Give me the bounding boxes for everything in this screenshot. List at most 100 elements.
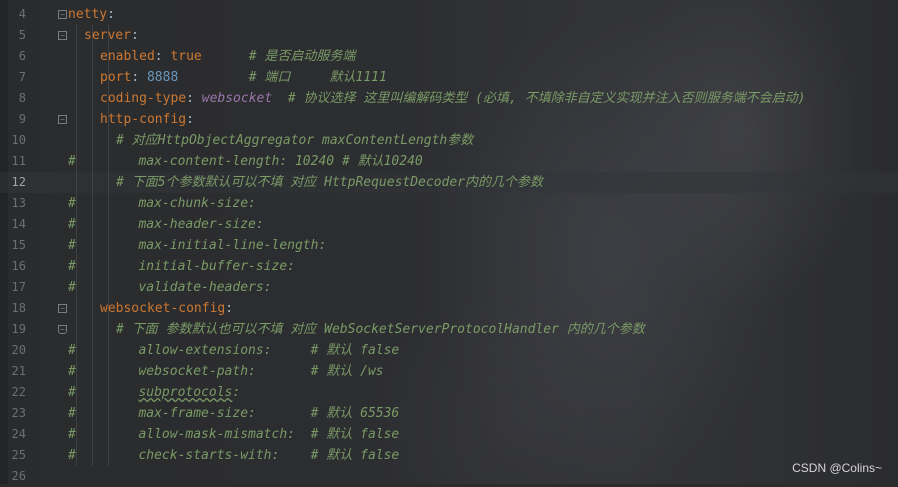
indent-guide <box>76 298 77 319</box>
code-line[interactable]: 12 # 下面5个参数默认可以不填 对应 HttpRequestDecoder内的… <box>0 172 898 193</box>
code-token: http-config <box>100 112 187 127</box>
code-text[interactable]: server: <box>84 25 139 46</box>
code-token: max-content-length: 10240 # 默认10240 <box>91 154 423 169</box>
indent-guide <box>92 67 93 88</box>
code-line[interactable]: 13 # max-chunk-size: <box>0 193 898 214</box>
code-text[interactable]: # validate-headers: <box>68 277 272 298</box>
code-line[interactable]: 11 # max-content-length: 10240 # 默认10240 <box>0 151 898 172</box>
code-text[interactable]: # 下面 参数默认也可以不填 对应 WebSocketServerProtoco… <box>116 319 645 340</box>
indent-guide <box>76 130 77 151</box>
code-token: # 对应HttpObjectAggregator maxContentLengt… <box>116 133 474 148</box>
code-token: coding-type <box>100 91 187 106</box>
code-line[interactable]: 4 − netty: <box>0 4 898 25</box>
code-token: allow-mask-mismatch: # 默认 false <box>91 427 400 442</box>
code-token: : <box>232 385 241 400</box>
indent-guide <box>92 298 93 319</box>
code-token: : <box>131 70 147 85</box>
code-token: true <box>170 49 202 64</box>
line-number: 10 <box>11 133 26 147</box>
code-text[interactable]: websocket-config: <box>100 298 233 319</box>
code-text[interactable]: # allow-extensions: # 默认 false <box>68 340 399 361</box>
code-token: : <box>186 112 194 127</box>
comment-hash: # <box>68 427 92 442</box>
code-line[interactable]: 18 − websocket-config: <box>0 298 898 319</box>
gutter-marker[interactable] <box>0 4 8 25</box>
line-number: 8 <box>18 91 26 105</box>
code-text[interactable]: # subprotocols: <box>68 382 240 403</box>
fold-toggle-icon[interactable]: − <box>58 304 67 313</box>
code-token: : <box>225 301 234 316</box>
code-line[interactable]: 5 − server: <box>0 25 898 46</box>
code-text[interactable]: enabled: true # 是否启动服务端 <box>100 46 355 67</box>
comment-hash: # <box>68 385 92 400</box>
code-token: 8888 <box>146 70 179 85</box>
code-line[interactable]: 17 # validate-headers: <box>0 277 898 298</box>
line-number: 11 <box>11 154 26 168</box>
line-number: 24 <box>11 427 26 441</box>
code-line[interactable]: 15 # max-initial-line-length: <box>0 235 898 256</box>
code-token: netty <box>68 7 108 22</box>
code-text[interactable]: # max-frame-size: # 默认 65536 <box>68 403 399 424</box>
code-text[interactable]: # initial-buffer-size: <box>68 256 295 277</box>
comment-hash: # <box>68 154 92 169</box>
indent-guide <box>92 88 93 109</box>
code-line[interactable]: 10 # 对应HttpObjectAggregator maxContentLen… <box>0 130 898 151</box>
fold-toggle-icon[interactable]: − <box>58 31 67 40</box>
code-text[interactable]: # 对应HttpObjectAggregator maxContentLengt… <box>116 130 473 151</box>
code-text[interactable]: # allow-mask-mismatch: # 默认 false <box>68 424 399 445</box>
code-text[interactable]: port: 8888 # 端口 默认1111 <box>100 67 387 88</box>
code-line[interactable]: 9 − http-config: <box>0 109 898 130</box>
code-line[interactable]: 19 − # 下面 参数默认也可以不填 对应 WebSocketServerProt… <box>0 319 898 340</box>
code-text[interactable]: # max-header-size: <box>68 214 264 235</box>
line-number: 9 <box>18 112 26 126</box>
comment-hash: # <box>68 406 92 421</box>
line-number: 13 <box>11 196 26 210</box>
code-text[interactable]: netty: <box>68 4 115 25</box>
code-text[interactable]: coding-type: websocket # 协议选择 这里叫编解码类型 (… <box>100 88 805 109</box>
fold-toggle-icon[interactable]: − <box>58 10 67 19</box>
code-text[interactable]: # check-starts-with: # 默认 false <box>68 445 399 466</box>
code-line[interactable]: 22 # subprotocols: <box>0 382 898 403</box>
code-line[interactable]: 24 # allow-mask-mismatch: # 默认 false <box>0 424 898 445</box>
comment-hash: # <box>68 280 92 295</box>
code-text[interactable]: # max-content-length: 10240 # 默认10240 <box>68 151 423 172</box>
indent-guide <box>76 25 77 46</box>
code-text[interactable]: # max-initial-line-length: <box>68 235 326 256</box>
indent-guide <box>76 88 77 109</box>
code-line[interactable]: 25 # check-starts-with: # 默认 false <box>0 445 898 466</box>
code-line[interactable]: 16 # initial-buffer-size: <box>0 256 898 277</box>
code-line[interactable]: 23 # max-frame-size: # 默认 65536 <box>0 403 898 424</box>
code-token: check-starts-with: # 默认 false <box>91 448 400 463</box>
code-text[interactable]: # 下面5个参数默认可以不填 对应 HttpRequestDecoder内的几个… <box>116 172 543 193</box>
line-number: 16 <box>11 259 26 273</box>
line-number: 7 <box>18 70 26 84</box>
line-number: 5 <box>18 28 26 42</box>
fold-toggle-icon[interactable]: − <box>58 115 67 124</box>
code-line[interactable]: 8 coding-type: websocket # 协议选择 这里叫编解码类型 … <box>0 88 898 109</box>
indent-guide <box>76 46 77 67</box>
comment-hash: # <box>68 343 92 358</box>
code-line[interactable]: 6 enabled: true # 是否启动服务端 <box>0 46 898 67</box>
code-token: max-initial-line-length: <box>91 238 327 253</box>
code-token: websocket <box>201 91 273 106</box>
line-number: 20 <box>11 343 26 357</box>
code-text[interactable]: http-config: <box>100 109 194 130</box>
code-text[interactable]: # max-chunk-size: <box>68 193 256 214</box>
code-token: # 是否启动服务端 <box>248 49 356 64</box>
line-number: 22 <box>11 385 26 399</box>
line-number: 19 <box>11 322 26 336</box>
code-text[interactable]: # websocket-path: # 默认 /ws <box>68 361 384 382</box>
fold-end-icon[interactable]: − <box>58 325 67 334</box>
code-line[interactable]: 20 # allow-extensions: # 默认 false <box>0 340 898 361</box>
line-number: 17 <box>11 280 26 294</box>
gutter-marker[interactable] <box>0 25 8 46</box>
gutter-marker[interactable] <box>0 445 8 466</box>
indent-guide <box>76 319 77 340</box>
code-line[interactable]: 14 # max-header-size: <box>0 214 898 235</box>
code-line[interactable]: 7 port: 8888 # 端口 默认1111 <box>0 67 898 88</box>
code-token: enabled <box>100 49 155 64</box>
code-line[interactable]: 21 # websocket-path: # 默认 /ws <box>0 361 898 382</box>
